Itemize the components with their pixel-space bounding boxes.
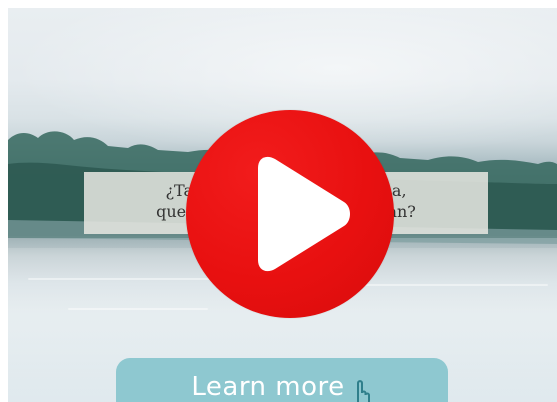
play-icon (258, 156, 350, 272)
pointing-hand-icon (351, 378, 373, 402)
ad-frame: ¿Tan persona, que hasa pisan? Learn more (0, 0, 557, 402)
learn-more-label: Learn more (191, 372, 345, 402)
learn-more-button[interactable]: Learn more (116, 358, 448, 402)
play-button[interactable] (186, 110, 394, 318)
